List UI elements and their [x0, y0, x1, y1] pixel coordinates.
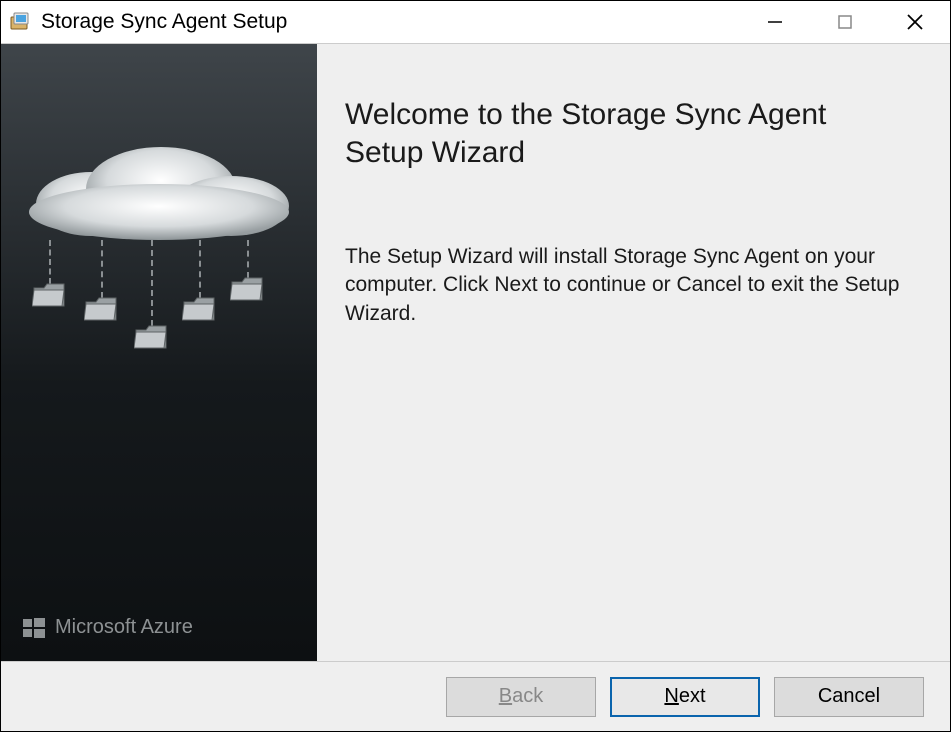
button-bar: Back Next Cancel [1, 661, 950, 731]
connector-line [199, 240, 201, 298]
back-button: Back [446, 677, 596, 717]
window-controls [740, 1, 950, 43]
installer-icon [9, 10, 33, 34]
content-area: Microsoft Azure Welcome to the Storage S… [1, 43, 950, 661]
window-title: Storage Sync Agent Setup [41, 10, 740, 34]
main-panel: Welcome to the Storage Sync Agent Setup … [317, 44, 950, 661]
connector-line [49, 240, 51, 284]
folder-icon [182, 296, 216, 322]
azure-branding: Microsoft Azure [23, 616, 193, 639]
minimize-button[interactable] [740, 1, 810, 43]
azure-branding-text: Microsoft Azure [55, 616, 193, 639]
windows-logo-icon [23, 617, 45, 639]
cancel-button[interactable]: Cancel [774, 677, 924, 717]
folder-icon [230, 276, 264, 302]
connector-line [101, 240, 103, 298]
maximize-button[interactable] [810, 1, 880, 43]
installer-window: Storage Sync Agent Setup [0, 0, 951, 732]
titlebar: Storage Sync Agent Setup [1, 1, 950, 43]
close-button[interactable] [880, 1, 950, 43]
cloud-graphic [21, 134, 297, 244]
next-button[interactable]: Next [610, 677, 760, 717]
wizard-heading: Welcome to the Storage Sync Agent Setup … [345, 96, 912, 171]
wizard-description: The Setup Wizard will install Storage Sy… [345, 243, 912, 328]
folder-icon [32, 282, 66, 308]
folder-icon [84, 296, 118, 322]
banner-image: Microsoft Azure [1, 44, 317, 661]
connector-line [151, 240, 153, 326]
connector-line [247, 240, 249, 278]
folder-icon [134, 324, 168, 350]
